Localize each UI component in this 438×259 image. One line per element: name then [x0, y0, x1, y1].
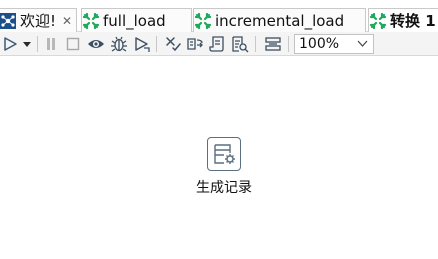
zoom-select[interactable]: 100%	[294, 34, 374, 54]
transformation-icon	[82, 12, 100, 29]
tab-transformation-1[interactable]: 转换 1	[368, 8, 438, 32]
tab-full-load[interactable]: full_load	[81, 8, 192, 32]
tab-welcome[interactable]: 欢迎! ✕	[0, 8, 77, 32]
transformation-icon	[194, 12, 212, 29]
toolbar-separator	[37, 36, 38, 52]
run-icon[interactable]	[1, 35, 19, 53]
replay-icon[interactable]	[133, 35, 151, 53]
tab-label: 转换 1	[390, 12, 436, 30]
transformation-icon	[369, 12, 387, 29]
toolbar-separator	[156, 36, 157, 52]
run-options-dropdown-icon[interactable]	[21, 35, 33, 53]
toolbar-separator	[288, 36, 289, 52]
generate-rows-icon	[214, 144, 235, 164]
step-label: 生成记录	[196, 180, 252, 196]
toolbar-separator	[255, 36, 256, 52]
chevron-down-icon	[357, 40, 368, 47]
stop-icon[interactable]	[64, 35, 82, 53]
sql-icon[interactable]	[208, 35, 226, 53]
transformation-canvas[interactable]: 生成记录	[0, 56, 438, 259]
zoom-value: 100%	[299, 36, 340, 52]
tab-label: 欢迎!	[20, 12, 57, 30]
welcome-icon	[0, 12, 16, 29]
preview-icon[interactable]	[87, 35, 105, 53]
verify-icon[interactable]	[164, 35, 182, 53]
pause-icon[interactable]	[42, 35, 60, 53]
close-icon[interactable]: ✕	[62, 14, 72, 28]
step-generate-rows[interactable]	[207, 137, 241, 171]
debug-icon[interactable]	[110, 35, 128, 53]
impact-analysis-icon[interactable]	[186, 35, 204, 53]
show-results-icon[interactable]	[264, 35, 282, 53]
tab-label: full_load	[103, 11, 166, 30]
explore-database-icon[interactable]	[231, 35, 249, 53]
tab-incremental-load[interactable]: incremental_load	[193, 8, 366, 32]
tab-bar: 欢迎! ✕ full_load incremental_load 转换 1	[0, 0, 438, 32]
toolbar: 100%	[0, 32, 438, 56]
tab-label: incremental_load	[215, 11, 345, 30]
